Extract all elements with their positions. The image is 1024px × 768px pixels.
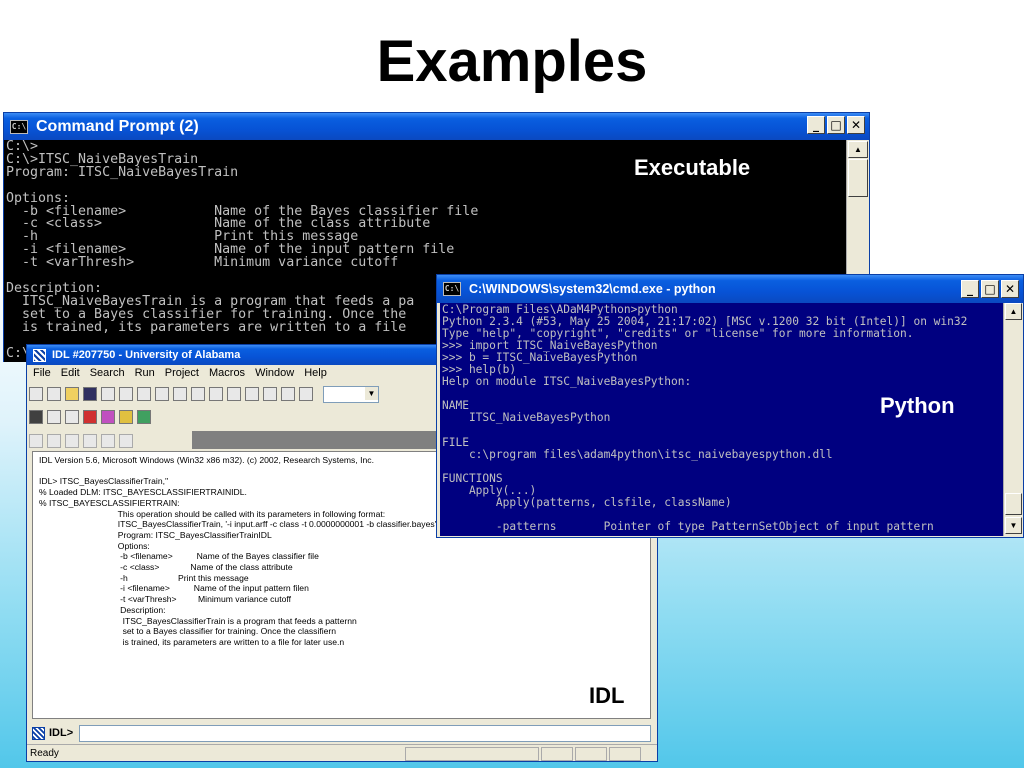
maximize-button[interactable]: □ bbox=[827, 116, 845, 134]
menu-project[interactable]: Project bbox=[165, 367, 199, 380]
compile-icon[interactable] bbox=[245, 387, 259, 401]
log-line: -h Print this message bbox=[39, 572, 249, 583]
minimize-button[interactable]: _ bbox=[807, 116, 825, 134]
scroll-thumb[interactable] bbox=[1005, 493, 1022, 515]
scroll-up-button[interactable]: ▲ bbox=[1005, 303, 1022, 320]
python-console-titlebar[interactable]: C:\ C:\WINDOWS\system32\cmd.exe - python… bbox=[437, 275, 1023, 303]
menu-run[interactable]: Run bbox=[135, 367, 155, 380]
status-panel-4 bbox=[609, 747, 641, 761]
log-line: ITSC_BayesClassifierTrain is a program t… bbox=[39, 615, 357, 626]
idl-toolbar-debug bbox=[29, 430, 133, 452]
idl-status-bar: Ready bbox=[27, 744, 657, 761]
chevron-down-icon[interactable]: ▼ bbox=[365, 386, 378, 400]
console-line: >>> b = ITSC_NaiveBayesPython bbox=[442, 351, 638, 365]
paste-icon[interactable] bbox=[191, 387, 205, 401]
idl-command-line: IDL> bbox=[32, 724, 651, 742]
palette-icon[interactable] bbox=[101, 410, 115, 424]
log-line: -c <class> Name of the class attribute bbox=[39, 562, 293, 573]
undo-icon[interactable] bbox=[119, 387, 133, 401]
vertical-scrollbar[interactable]: ▲ ▼ bbox=[1003, 303, 1022, 536]
redo-icon[interactable] bbox=[137, 387, 151, 401]
plot-icon[interactable] bbox=[119, 410, 133, 424]
python-label: Python bbox=[880, 393, 955, 418]
minimize-button[interactable]: _ bbox=[961, 280, 979, 298]
log-line: Description: bbox=[39, 604, 166, 615]
menu-window[interactable]: Window bbox=[255, 367, 294, 380]
color-table-icon[interactable] bbox=[83, 410, 97, 424]
menu-macros[interactable]: Macros bbox=[209, 367, 245, 380]
status-panel-2 bbox=[541, 747, 573, 761]
console-line: Apply(patterns, clsfile, className) bbox=[442, 495, 732, 509]
image-icon[interactable] bbox=[137, 410, 151, 424]
python-console-window[interactable]: C:\ C:\WINDOWS\system32\cmd.exe - python… bbox=[436, 274, 1024, 538]
close-button[interactable]: ✕ bbox=[847, 116, 865, 134]
copy-icon[interactable] bbox=[173, 387, 187, 401]
log-line: is trained, its parameters are written t… bbox=[39, 636, 345, 647]
console-line: FUNCTIONS bbox=[442, 471, 503, 485]
indent-icon[interactable] bbox=[263, 387, 277, 401]
open-folder-icon[interactable] bbox=[65, 387, 79, 401]
console-icon: C:\ bbox=[443, 282, 461, 296]
scroll-thumb[interactable] bbox=[848, 159, 868, 197]
console-output[interactable]: C:\Program Files\ADaM4Python>python Pytho… bbox=[440, 303, 1003, 536]
idl-prompt-label: IDL> bbox=[49, 727, 74, 739]
debug-step-icon[interactable] bbox=[65, 434, 79, 448]
save-icon[interactable] bbox=[83, 387, 97, 401]
console-line: c:\program files\adam4python\itsc_naiveb… bbox=[442, 447, 833, 461]
idl-app-icon bbox=[33, 348, 46, 362]
debug-play-icon[interactable] bbox=[101, 434, 115, 448]
idl-prompt-icon bbox=[32, 726, 45, 740]
console-line: Apply(...) bbox=[442, 483, 537, 497]
new-window-icon[interactable] bbox=[47, 387, 61, 401]
command-prompt-titlebar[interactable]: C:\ Command Prompt (2) _ □ ✕ bbox=[4, 113, 869, 140]
debug-break-icon[interactable] bbox=[119, 434, 133, 448]
window-title: C:\WINDOWS\system32\cmd.exe - python bbox=[469, 282, 716, 296]
idl-command-input[interactable] bbox=[79, 724, 651, 742]
window-title: Command Prompt (2) bbox=[36, 117, 199, 135]
status-text: Ready bbox=[30, 747, 59, 759]
log-line: -t <varThresh> Minimum variance cutoff bbox=[39, 594, 292, 605]
log-line: set to a Bayes classifier for training. … bbox=[39, 626, 337, 637]
status-panel-1 bbox=[405, 747, 539, 761]
console-line: FILE bbox=[442, 435, 469, 449]
menu-file[interactable]: File bbox=[33, 367, 51, 380]
toolbar-dropdown[interactable]: ▼ bbox=[323, 385, 379, 403]
close-button[interactable]: ✕ bbox=[1001, 280, 1019, 298]
console-icon: C:\ bbox=[10, 119, 28, 134]
new-file-icon[interactable] bbox=[29, 387, 43, 401]
menu-search[interactable]: Search bbox=[90, 367, 125, 380]
menu-help[interactable]: Help bbox=[304, 367, 327, 380]
window-title: IDL #207750 - University of Alabama bbox=[52, 349, 241, 361]
slide-title: Examples bbox=[376, 29, 648, 94]
column-icon[interactable] bbox=[299, 387, 313, 401]
print-icon[interactable] bbox=[101, 387, 115, 401]
help-pointer-icon[interactable] bbox=[47, 410, 61, 424]
monitor-icon[interactable] bbox=[29, 410, 43, 424]
status-panel-3 bbox=[575, 747, 607, 761]
outdent-icon[interactable] bbox=[281, 387, 295, 401]
debug-stop-icon[interactable] bbox=[83, 434, 97, 448]
debug-compile-icon[interactable] bbox=[29, 434, 43, 448]
log-line: -i <filename> Name of the input pattern … bbox=[39, 583, 309, 594]
maximize-button[interactable]: □ bbox=[981, 280, 999, 298]
console-line: -t <varThresh> Minimum variance cutoff bbox=[6, 255, 399, 271]
debug-run-icon[interactable] bbox=[47, 434, 61, 448]
menu-edit[interactable]: Edit bbox=[61, 367, 80, 380]
console-line: -patterns Pointer of type PatternSetObje… bbox=[442, 519, 934, 533]
idl-label: IDL bbox=[589, 683, 625, 708]
idl-toolbar-secondary bbox=[29, 406, 151, 428]
bookmark-icon[interactable] bbox=[227, 387, 241, 401]
cut-icon[interactable] bbox=[155, 387, 169, 401]
executable-label: Executable bbox=[634, 155, 751, 180]
scroll-up-button[interactable]: ▲ bbox=[848, 141, 868, 158]
find-icon[interactable] bbox=[209, 387, 223, 401]
view-icon[interactable] bbox=[65, 410, 79, 424]
log-line: -b <filename> Name of the Bayes classifi… bbox=[39, 551, 319, 562]
log-line: Options: bbox=[39, 540, 150, 551]
scroll-down-button[interactable]: ▼ bbox=[1005, 517, 1022, 534]
console-line: Help on module ITSC_NaiveBayesPython: bbox=[442, 375, 692, 389]
